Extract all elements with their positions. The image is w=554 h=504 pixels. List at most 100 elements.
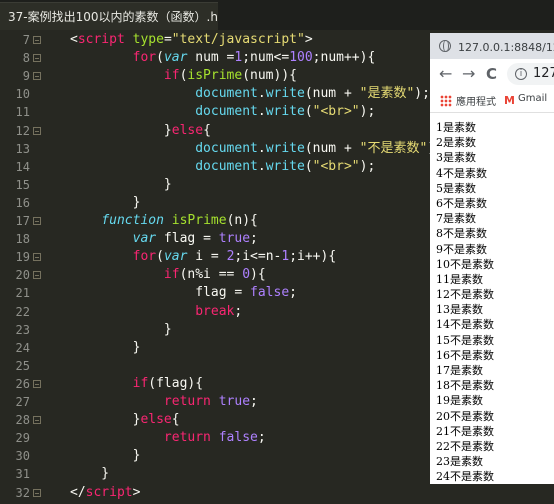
file-tab[interactable]: 37-案例找出100以内的素数（函数）.html	[0, 2, 218, 30]
reload-icon[interactable]: C	[486, 65, 497, 83]
output-line: 15不是素数	[436, 333, 494, 347]
line-gutter: 25	[0, 357, 56, 375]
address-url: 127.0	[533, 66, 554, 81]
output-line: 9不是素数	[436, 242, 487, 256]
code-text: function isPrime(n){	[101, 213, 258, 228]
code-text: }	[70, 194, 141, 210]
line-number: 7	[22, 33, 30, 47]
line-gutter: 9	[0, 67, 56, 85]
code-text: return false;	[163, 430, 266, 446]
line-number: 17	[15, 214, 30, 228]
code-text: }	[70, 339, 141, 355]
line-gutter: 15	[0, 176, 56, 194]
code-text: if(isPrime(num)){	[163, 68, 297, 84]
fold-toggle-icon[interactable]	[33, 217, 41, 225]
line-gutter: 16	[0, 194, 56, 212]
line-number: 11	[15, 105, 30, 120]
fold-toggle-icon[interactable]	[33, 253, 41, 262]
address-bar[interactable]: i 127.0	[507, 63, 554, 85]
output-line: 4不是素数	[436, 166, 487, 180]
code-text: }	[70, 176, 172, 192]
line-number: 21	[15, 286, 30, 301]
line-number: 16	[15, 195, 30, 210]
fold-toggle-icon[interactable]	[33, 54, 41, 63]
output-line: 6不是素数	[436, 196, 487, 210]
code-text: var flag = true;	[132, 231, 258, 247]
output-line: 1是素数	[436, 121, 476, 134]
line-gutter: 31	[0, 465, 56, 483]
bookmarks-bar: 應用程式 M Gmail	[430, 89, 554, 113]
code-text: document.write(num + "是素数");	[195, 86, 430, 102]
line-number: 24	[15, 340, 30, 355]
output-line: 12不是素数	[436, 288, 494, 302]
output-line: 14不是素数	[436, 318, 494, 332]
fold-toggle-icon[interactable]	[33, 271, 41, 280]
browser-tab[interactable]: 127.0.0.1:8848/12月9	[430, 33, 554, 59]
line-gutter: 13	[0, 140, 56, 158]
line-gutter: 8	[0, 49, 56, 67]
line-gutter: 27	[0, 393, 56, 411]
line-number: 31	[15, 467, 30, 482]
fold-toggle-icon[interactable]	[33, 488, 41, 497]
line-number: 18	[15, 232, 30, 247]
line-gutter: 10	[0, 85, 56, 103]
code-text: document.write("<br>");	[195, 158, 376, 174]
code-text: }	[70, 448, 141, 464]
browser-tab-title: 127.0.0.1:8848/12月9	[458, 41, 554, 54]
info-icon[interactable]: i	[515, 68, 527, 80]
code-text: for(var num =1;num<=100;num++){	[132, 50, 376, 66]
line-number: 19	[15, 250, 30, 265]
output-line: 19是素数	[436, 394, 483, 408]
bookmark-apps[interactable]: 應用程式	[456, 93, 496, 108]
line-number: 15	[15, 177, 30, 192]
code-text: flag = false;	[70, 285, 297, 301]
line-number: 28	[15, 413, 30, 428]
line-number: 8	[22, 51, 30, 66]
line-gutter: 14	[0, 158, 56, 176]
code-text: }else{	[70, 122, 211, 138]
gmail-icon: M	[504, 94, 515, 107]
line-gutter: 11	[0, 103, 56, 121]
line-gutter: 22	[0, 303, 56, 321]
browser-toolbar: ← → C i 127.0	[430, 59, 554, 89]
line-gutter: 17	[0, 212, 56, 230]
line-gutter: 12	[0, 122, 56, 140]
code-text: document.write("<br>");	[195, 104, 376, 120]
line-number: 27	[15, 395, 30, 409]
output-line: 24不是素数	[436, 470, 494, 484]
output-line: 13是素数	[436, 303, 483, 317]
output-line: 5是素数	[436, 181, 476, 195]
output-line: 21不是素数	[436, 424, 494, 438]
output-line: 11是素数	[436, 272, 483, 286]
output-line: 17是素数	[436, 364, 483, 377]
line-number: 23	[15, 322, 30, 337]
fold-toggle-icon[interactable]	[33, 416, 41, 425]
line-number: 12	[15, 123, 30, 138]
fold-toggle-icon[interactable]	[33, 126, 41, 135]
line-gutter: 7	[0, 31, 56, 49]
output-line: 18不是素数	[436, 379, 494, 393]
fold-toggle-icon[interactable]	[33, 379, 41, 388]
page-output: 1是素数 2是素数 3是素数 4不是素数 5是素数 6不是素数 7是素数 8不是素数 9不是素数…	[436, 120, 554, 484]
line-number: 14	[15, 159, 30, 174]
line-gutter: 23	[0, 321, 56, 339]
output-line: 8不是素数	[436, 227, 487, 241]
output-line: 10不是素数	[436, 257, 494, 271]
code-text: }else{	[70, 412, 180, 428]
line-number: 22	[15, 304, 30, 319]
back-icon[interactable]: ←	[439, 65, 452, 83]
code-text: }	[70, 321, 172, 337]
code-text: return true;	[163, 394, 258, 409]
line-gutter: 18	[0, 230, 56, 248]
bookmark-gmail[interactable]: Gmail	[518, 93, 547, 104]
forward-icon[interactable]: →	[462, 65, 475, 83]
line-number: 20	[15, 268, 30, 283]
line-number: 29	[15, 431, 30, 446]
apps-grid-icon[interactable]	[440, 95, 452, 107]
line-gutter: 20	[0, 266, 56, 284]
code-text: break;	[195, 303, 243, 319]
fold-toggle-icon[interactable]	[33, 36, 41, 44]
code-line[interactable]: 32 </script>	[0, 484, 554, 502]
fold-toggle-icon[interactable]	[33, 72, 41, 81]
line-number: 30	[15, 449, 30, 464]
